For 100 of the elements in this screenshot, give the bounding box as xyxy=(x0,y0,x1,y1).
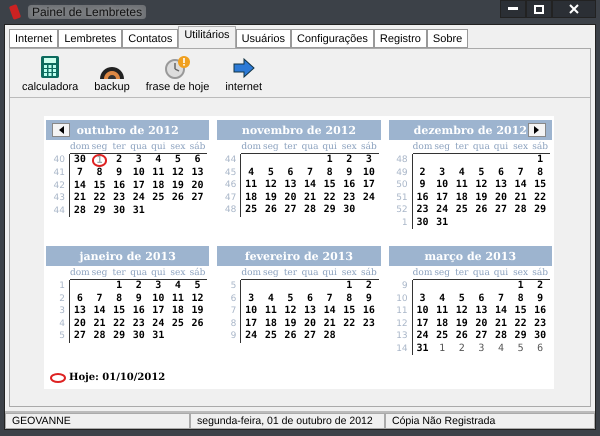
calendar-day[interactable]: 1 xyxy=(320,154,340,166)
calendar-day[interactable]: 25 xyxy=(261,330,281,342)
calendar-day[interactable]: 14 xyxy=(320,305,340,318)
calendar-day[interactable]: 2 xyxy=(359,280,379,292)
calendar-day[interactable]: 4 xyxy=(148,154,168,167)
calendar-day[interactable]: 4 xyxy=(241,166,262,179)
calendar-day[interactable]: 2 xyxy=(412,166,432,179)
calendar-day[interactable]: 18 xyxy=(452,192,472,204)
calendar-day[interactable]: 17 xyxy=(412,318,432,330)
calendar-day[interactable]: 7 xyxy=(70,167,90,180)
calendar-day[interactable]: 6 xyxy=(530,342,550,355)
calendar-day[interactable]: 8 xyxy=(109,292,129,305)
calendar-day[interactable]: 24 xyxy=(241,330,262,342)
calendar-day[interactable]: 19 xyxy=(452,318,472,330)
calendar-day[interactable]: 3 xyxy=(148,280,168,292)
calendar-day[interactable]: 23 xyxy=(128,318,149,330)
calendar-day[interactable]: 1 xyxy=(109,280,129,292)
calendar-day[interactable]: 9 xyxy=(359,292,379,305)
calendar-day[interactable]: 20 xyxy=(472,318,492,330)
toolbar-button[interactable]: frase de hoje xyxy=(144,55,212,93)
calendar-day[interactable]: 28 xyxy=(70,204,90,217)
calendar-day[interactable]: 1 xyxy=(339,280,360,292)
calendar-day[interactable]: 14 xyxy=(300,179,320,192)
calendar-day[interactable]: 9 xyxy=(530,292,550,305)
calendar-day[interactable]: 29 xyxy=(109,330,129,342)
calendar-day[interactable]: 21 xyxy=(70,192,90,204)
calendar-day[interactable]: 12 xyxy=(188,292,208,305)
calendar-day[interactable]: 27 xyxy=(300,330,320,342)
calendar-day[interactable]: 28 xyxy=(320,330,340,342)
calendar-day[interactable]: 23 xyxy=(412,204,432,216)
calendar-day[interactable]: 9 xyxy=(412,179,432,192)
tab[interactable]: Contatos xyxy=(122,29,178,48)
calendar-day[interactable]: 16 xyxy=(128,305,149,318)
calendar-day[interactable]: 15 xyxy=(530,179,550,192)
calendar-day[interactable]: 25 xyxy=(241,204,262,216)
calendar-day[interactable]: 5 xyxy=(510,342,530,355)
calendar-day[interactable]: 18 xyxy=(261,318,281,330)
calendar-day[interactable]: 22 xyxy=(510,318,530,330)
tab[interactable]: Configurações xyxy=(290,29,374,48)
calendar-day[interactable]: 9 xyxy=(128,292,149,305)
calendar-day[interactable]: 31 xyxy=(432,216,452,229)
calendar-day[interactable]: 19 xyxy=(168,180,188,192)
previous-month-button[interactable] xyxy=(52,123,70,137)
calendar-day[interactable]: 10 xyxy=(432,179,452,192)
calendar-day[interactable]: 25 xyxy=(168,318,188,330)
calendar-day[interactable]: 8 xyxy=(510,292,530,305)
calendar-day[interactable]: 27 xyxy=(280,204,300,216)
calendar-day[interactable]: 27 xyxy=(70,330,90,342)
calendar-day[interactable]: 27 xyxy=(188,192,208,204)
calendar-day[interactable]: 5 xyxy=(261,166,281,179)
calendar-day[interactable]: 16 xyxy=(359,305,379,318)
calendar-day[interactable]: 24 xyxy=(412,330,432,342)
calendar-day[interactable]: 24 xyxy=(359,192,379,204)
calendar-day[interactable]: 25 xyxy=(432,330,452,342)
calendar-day[interactable]: 17 xyxy=(432,192,452,204)
calendar-day[interactable]: 18 xyxy=(168,305,188,318)
calendar-day[interactable]: 6 xyxy=(300,292,320,305)
calendar-day[interactable]: 2 xyxy=(530,280,550,292)
calendar-day[interactable]: 7 xyxy=(300,166,320,179)
maximize-button[interactable] xyxy=(526,0,552,18)
calendar-day[interactable]: 24 xyxy=(148,318,168,330)
calendar-day[interactable]: 25 xyxy=(452,204,472,216)
calendar-day[interactable]: 3 xyxy=(432,166,452,179)
calendar-day[interactable]: 14 xyxy=(491,305,511,318)
calendar-day[interactable]: 12 xyxy=(280,305,300,318)
calendar-day[interactable]: 1 xyxy=(530,154,550,166)
calendar-day[interactable]: 7 xyxy=(491,292,511,305)
calendar-day[interactable]: 5 xyxy=(472,166,492,179)
calendar-day[interactable]: 31 xyxy=(128,204,149,217)
toolbar-button[interactable]: calculadora xyxy=(20,55,80,93)
calendar-day[interactable]: 8 xyxy=(90,167,110,180)
calendar-day[interactable]: 16 xyxy=(339,179,360,192)
calendar-day[interactable]: 20 xyxy=(70,318,90,330)
calendar-day[interactable]: 20 xyxy=(280,192,300,204)
calendar-day[interactable]: 19 xyxy=(261,192,281,204)
calendar-day[interactable]: 31 xyxy=(148,330,168,342)
calendar-day[interactable]: 12 xyxy=(261,179,281,192)
calendar-day[interactable]: 10 xyxy=(148,292,168,305)
calendar-day[interactable]: 30 xyxy=(412,216,432,229)
calendar-day[interactable]: 22 xyxy=(90,192,110,204)
calendar-day[interactable]: 28 xyxy=(90,330,110,342)
calendar-day[interactable]: 7 xyxy=(320,292,340,305)
calendar-day[interactable]: 15 xyxy=(109,305,129,318)
tab[interactable]: Internet xyxy=(9,29,58,48)
calendar-day[interactable]: 16 xyxy=(530,305,550,318)
calendar-day[interactable]: 20 xyxy=(188,180,208,192)
calendar-day[interactable]: 3 xyxy=(472,342,492,355)
calendar-day[interactable]: 3 xyxy=(128,154,149,167)
calendar-day[interactable]: 29 xyxy=(320,204,340,216)
calendar-day[interactable]: 13 xyxy=(472,305,492,318)
calendar-day[interactable]: 11 xyxy=(261,305,281,318)
calendar-day[interactable]: 13 xyxy=(300,305,320,318)
calendar-day[interactable]: 15 xyxy=(510,305,530,318)
tab[interactable]: Registro xyxy=(374,29,427,48)
calendar-day[interactable]: 26 xyxy=(280,330,300,342)
calendar-day[interactable]: 28 xyxy=(491,330,511,342)
calendar-day[interactable]: 23 xyxy=(530,318,550,330)
calendar-day[interactable]: 23 xyxy=(339,192,360,204)
calendar-day[interactable]: 10 xyxy=(359,166,379,179)
calendar-day[interactable]: 12 xyxy=(472,179,492,192)
